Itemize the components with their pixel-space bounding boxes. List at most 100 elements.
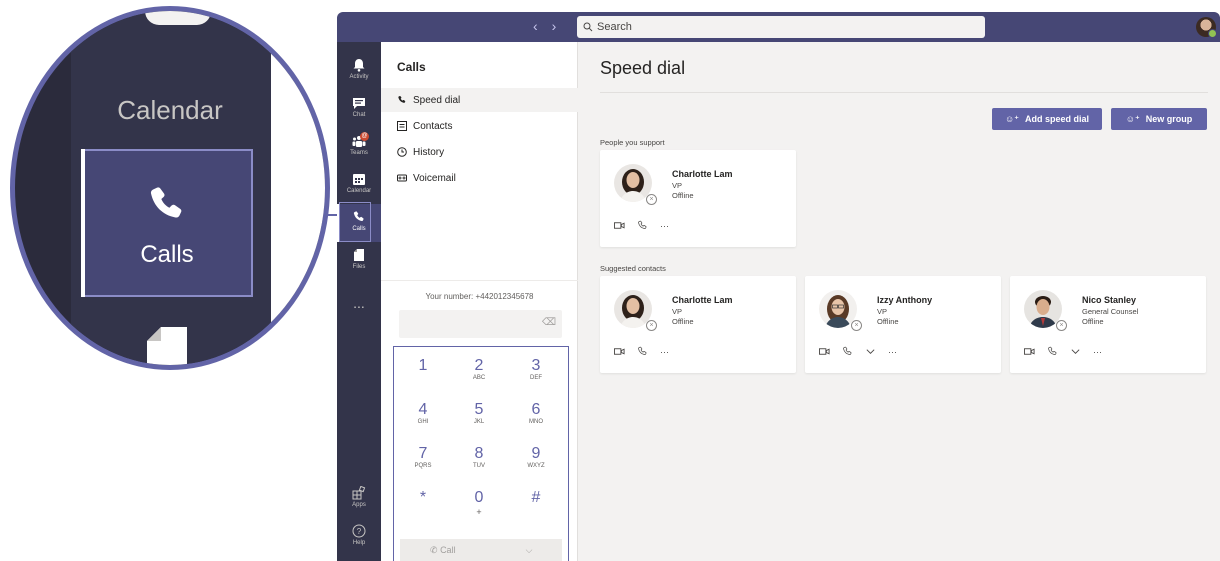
nav-item-contacts[interactable]: Contacts xyxy=(381,114,578,138)
card-actions: ··· xyxy=(819,346,897,357)
rail-item-apps[interactable]: Apps xyxy=(337,480,381,518)
apps-icon xyxy=(352,486,366,500)
nav-item-label: Speed dial xyxy=(413,94,461,106)
file-icon xyxy=(147,327,187,365)
dial-key-0[interactable]: 0 + xyxy=(454,489,504,517)
your-number: Your number: +442012345678 xyxy=(425,292,534,301)
contact-card[interactable]: × Nico Stanley General Counsel Offline ·… xyxy=(1010,276,1206,373)
call-button[interactable]: ✆ Call ⌵ xyxy=(400,539,562,561)
history-icon xyxy=(397,147,407,157)
mention-badge: @ xyxy=(360,132,369,141)
chevron-down-icon[interactable]: ⌵ xyxy=(526,545,533,556)
rail-item-chat[interactable]: Chat xyxy=(337,90,381,128)
chevron-down-icon[interactable] xyxy=(865,346,876,357)
svg-text:?: ? xyxy=(357,527,362,536)
title-bar: ‹› Search xyxy=(337,12,1220,42)
dial-key-2[interactable]: 2 ABC xyxy=(454,357,504,381)
dial-number-input[interactable]: ⌫ xyxy=(399,310,562,338)
teams-window: ‹› Search Activity Chat @ Teams Calendar… xyxy=(337,12,1220,561)
search-input[interactable]: Search xyxy=(577,16,985,38)
file-icon xyxy=(354,249,364,261)
phone-icon xyxy=(398,95,406,103)
rail-item-activity[interactable]: Activity xyxy=(337,52,381,90)
rail-item-label: Calendar xyxy=(346,188,372,194)
more-options-icon[interactable]: ··· xyxy=(660,347,669,357)
search-placeholder: Search xyxy=(597,21,632,33)
contact-card[interactable]: × Charlotte Lam VP Offline ··· xyxy=(600,276,796,373)
phone-icon[interactable] xyxy=(1047,346,1058,357)
more-options-icon[interactable]: ··· xyxy=(660,221,669,231)
card-actions: ··· xyxy=(1024,346,1102,357)
button-label: Add speed dial xyxy=(1024,114,1089,124)
card-actions: ··· xyxy=(614,220,669,231)
contact-name: Izzy Anthony xyxy=(877,295,933,305)
contact-title: VP xyxy=(672,307,683,316)
video-call-icon[interactable] xyxy=(614,346,625,357)
more-options-icon[interactable]: ··· xyxy=(1093,347,1102,357)
dial-key-4[interactable]: 4 GHI xyxy=(398,401,448,425)
contact-name: Charlotte Lam xyxy=(672,295,733,305)
chevron-right-icon[interactable]: › xyxy=(552,18,571,34)
contact-status: Offline xyxy=(672,317,694,326)
divider xyxy=(600,92,1208,93)
speed-dial-main: Speed dial ☺⁺ Add speed dial ☺⁺ New grou… xyxy=(578,42,1220,561)
zoom-calls-label: Calls xyxy=(140,241,194,268)
phone-icon: ✆ xyxy=(430,544,438,555)
zoom-circle: Calendar Calls xyxy=(10,6,330,370)
contact-status: Offline xyxy=(1082,317,1104,326)
phone-icon[interactable] xyxy=(637,346,648,357)
status-offline-icon: × xyxy=(1056,320,1067,331)
dial-key-7[interactable]: 7 PQRS xyxy=(398,445,448,469)
chevron-left-icon[interactable]: ‹ xyxy=(533,18,552,34)
rail-item-calendar[interactable]: Calendar xyxy=(337,166,381,204)
dial-key-9[interactable]: 9 WXYZ xyxy=(511,445,561,469)
dial-key-star[interactable]: * xyxy=(398,489,448,507)
nav-item-label: Contacts xyxy=(413,120,453,132)
contacts-icon xyxy=(397,121,407,131)
add-speed-dial-button[interactable]: ☺⁺ Add speed dial xyxy=(992,108,1102,130)
rail-item-help[interactable]: ? Help xyxy=(337,518,381,556)
dial-key-1[interactable]: 1 xyxy=(398,357,448,375)
video-call-icon[interactable] xyxy=(614,220,625,231)
nav-item-voicemail[interactable]: Voicemail xyxy=(381,166,578,190)
search-icon xyxy=(583,22,593,32)
dial-key-3[interactable]: 3 DEF xyxy=(511,357,561,381)
contact-status: Offline xyxy=(877,317,899,326)
rail-item-label: Activity xyxy=(349,74,369,80)
chevron-down-icon[interactable] xyxy=(1070,346,1081,357)
dial-key-hash[interactable]: # xyxy=(511,489,561,507)
calls-panel: Calls Speed dial Contacts History Voicem… xyxy=(381,42,578,561)
contact-status: Offline xyxy=(672,191,694,200)
status-offline-icon: × xyxy=(851,320,862,331)
bell-icon xyxy=(353,59,365,72)
avatar[interactable] xyxy=(1196,17,1217,38)
more-options-icon[interactable]: ··· xyxy=(888,347,897,357)
rail-item-teams[interactable]: @ Teams xyxy=(337,128,381,166)
dial-key-8[interactable]: 8 TUV xyxy=(454,445,504,469)
screenshot-root: Calendar Calls ‹› Search Activity Chat @… xyxy=(0,0,1220,561)
contact-card[interactable]: × Izzy Anthony VP Offline ··· xyxy=(805,276,1001,373)
backspace-icon[interactable]: ⌫ xyxy=(542,317,556,328)
button-label: New group xyxy=(1145,114,1193,124)
rail-item-label: Help xyxy=(352,540,366,546)
more-apps-button[interactable]: ... xyxy=(337,295,381,311)
status-offline-icon: × xyxy=(646,194,657,205)
video-call-icon[interactable] xyxy=(819,346,830,357)
status-offline-icon: × xyxy=(646,320,657,331)
rail-item-files[interactable]: Files xyxy=(337,242,381,280)
dial-pad: 1 2 ABC 3 DEF 4 GHI 5 JKL 6 MNO 7 PQRS 8 TUV 9W… xyxy=(393,346,569,561)
nav-item-history[interactable]: History xyxy=(381,140,578,164)
contact-card[interactable]: × Charlotte Lam VP Offline ··· xyxy=(600,150,796,247)
phone-icon[interactable] xyxy=(637,220,648,231)
video-call-icon[interactable] xyxy=(1024,346,1035,357)
section-people-you-support: People you support xyxy=(600,138,665,147)
add-group-icon: ☺⁺ xyxy=(1125,113,1140,124)
page-title: Speed dial xyxy=(600,58,686,78)
nav-item-speed-dial[interactable]: Speed dial xyxy=(381,88,578,112)
new-group-button[interactable]: ☺⁺ New group xyxy=(1111,108,1207,130)
dial-key-6[interactable]: 6 MNO xyxy=(511,401,561,425)
phone-icon[interactable] xyxy=(842,346,853,357)
zoom-top-pill xyxy=(145,11,211,25)
divider xyxy=(381,280,578,281)
dial-key-5[interactable]: 5 JKL xyxy=(454,401,504,425)
